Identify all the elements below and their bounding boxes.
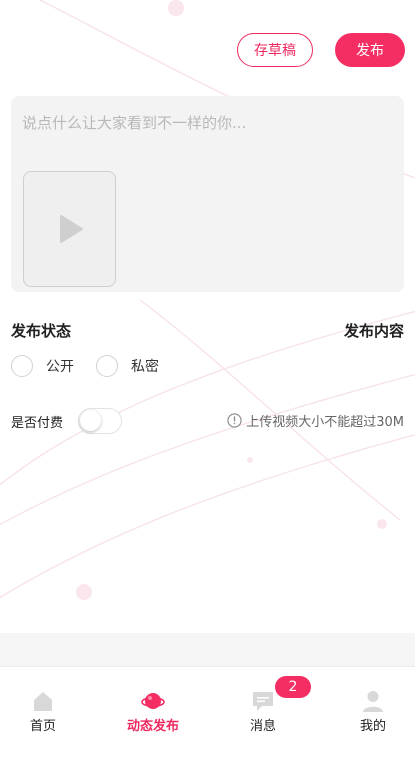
- upload-hint: 上传视频大小不能超过30M: [227, 411, 404, 430]
- tab-messages-label: 消息: [249, 719, 276, 734]
- toggle-knob: [80, 410, 102, 431]
- radio-option-private[interactable]: 私密: [96, 355, 159, 377]
- save-draft-button[interactable]: 存草稿: [237, 33, 313, 67]
- publish-icon: [141, 693, 165, 709]
- tab-home[interactable]: 首页: [3, 689, 83, 734]
- radio-label-private: 私密: [131, 359, 159, 375]
- radio-circle-private[interactable]: [96, 355, 118, 377]
- message-badge: 2: [275, 676, 311, 698]
- play-icon: [59, 215, 83, 243]
- info-icon: [227, 413, 242, 428]
- content-bottom-band: [0, 633, 415, 666]
- payment-toggle[interactable]: [78, 408, 123, 434]
- tab-home-label: 首页: [29, 719, 56, 734]
- video-upload-box[interactable]: [23, 171, 116, 287]
- publish-button[interactable]: 发布: [335, 33, 405, 67]
- publish-content-title: 发布内容: [343, 322, 404, 340]
- bottom-tab-bar: 首页 动态发布 消息 我的: [0, 666, 415, 761]
- home-icon: [34, 692, 52, 711]
- payment-row: 是否付费: [11, 408, 123, 434]
- radio-option-public[interactable]: 公开: [11, 355, 74, 377]
- message-icon: [253, 692, 273, 711]
- tab-publish[interactable]: 动态发布: [113, 689, 193, 734]
- payment-label: 是否付费: [11, 415, 64, 431]
- radio-label-public: 公开: [46, 359, 74, 375]
- tab-profile[interactable]: 我的: [333, 689, 413, 734]
- compose-text-input[interactable]: 说点什么让大家看到不一样的你...: [22, 112, 246, 133]
- top-action-bar: 存草稿 发布: [237, 33, 405, 67]
- publish-status-title: 发布状态: [11, 322, 72, 340]
- tab-profile-label: 我的: [359, 719, 386, 734]
- user-icon: [363, 691, 383, 712]
- status-radio-group: 公开 私密: [11, 355, 181, 377]
- tab-publish-label: 动态发布: [126, 719, 179, 734]
- radio-circle-public[interactable]: [11, 355, 33, 377]
- upload-hint-text: 上传视频大小不能超过30M: [246, 415, 404, 430]
